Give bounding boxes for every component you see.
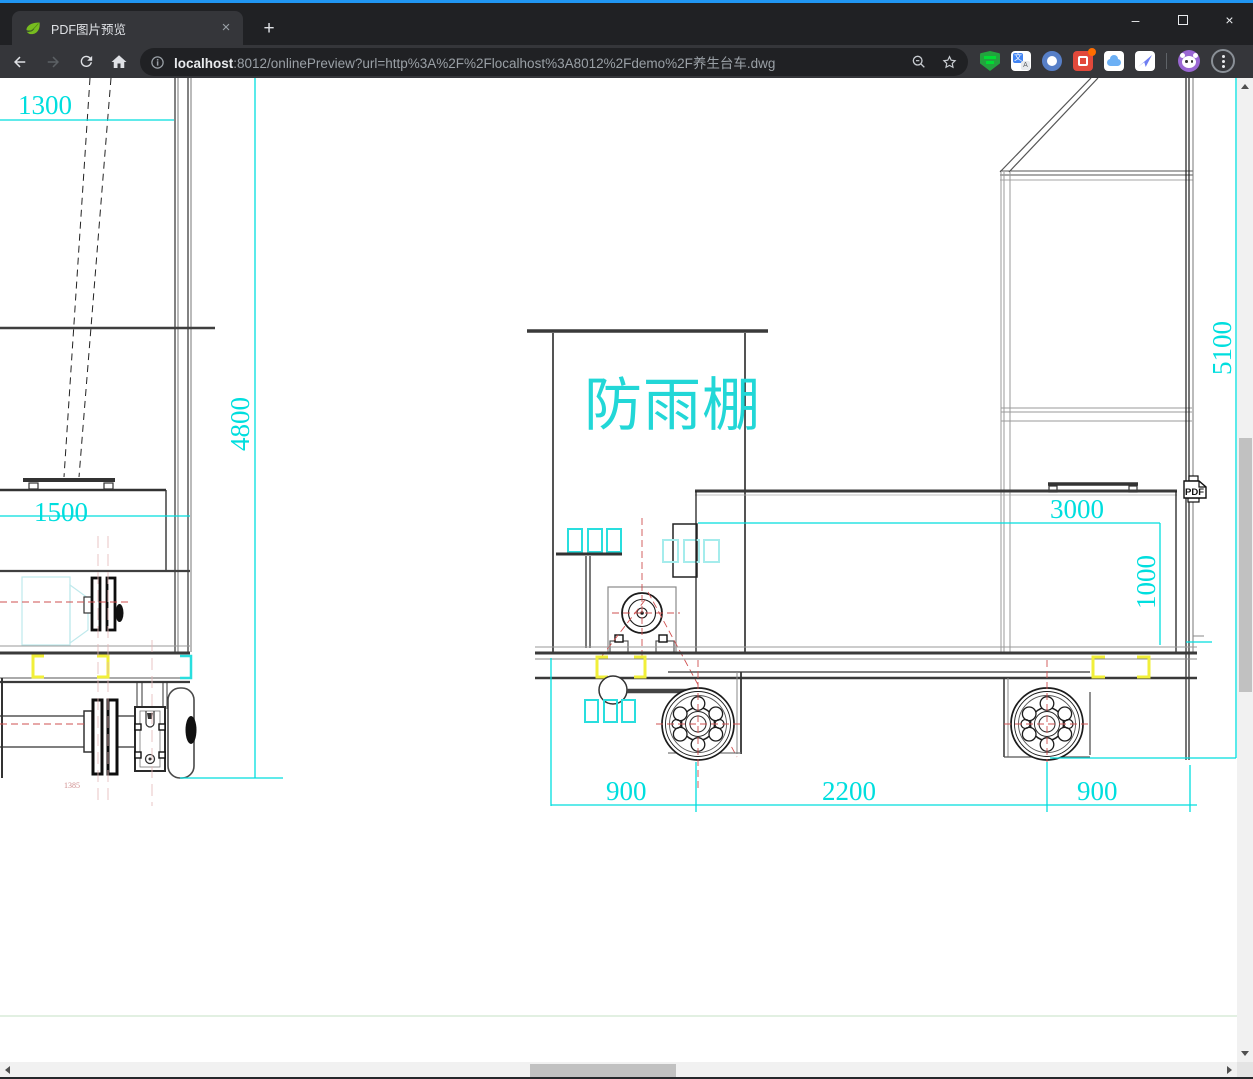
url-path: :8012/onlinePreview?url=http%3A%2F%2Floc… (233, 56, 776, 71)
forward-button[interactable] (40, 49, 66, 75)
dim-1000: 1000 (1131, 555, 1161, 609)
url-host: localhost (174, 56, 234, 71)
front-view-dimensions: 3000 1000 5100 900 2200 900 (550, 78, 1237, 812)
yellow-clamp (31, 654, 44, 679)
site-info-icon[interactable] (150, 55, 165, 70)
cyan-clamp (180, 654, 193, 680)
bookmark-star-icon[interactable] (941, 54, 958, 71)
reload-icon (80, 55, 92, 68)
yellow-clamp (1091, 655, 1105, 679)
maximize-button[interactable] (1159, 3, 1206, 37)
yellow-clamp (1137, 655, 1151, 679)
tampermonkey-icon[interactable] (980, 51, 1000, 71)
tab-close-button[interactable]: × (217, 19, 235, 37)
browser-tab[interactable]: PDF图片预览 × (12, 11, 243, 45)
tab-strip: PDF图片预览 × + – × (0, 3, 1253, 45)
svg-text:PDF: PDF (1185, 487, 1204, 498)
dim-900-rear: 900 (1077, 776, 1118, 806)
zoom-page-icon[interactable] (911, 54, 927, 70)
back-icon (14, 56, 26, 67)
browser-toolbar: localhost:8012/onlinePreview?url=http%3A… (0, 45, 1253, 78)
avatar-eye (1185, 60, 1188, 63)
chassis-rails-wheels (535, 646, 1197, 792)
dim-1500: 1500 (34, 497, 88, 527)
spring-leaf-favicon (26, 21, 40, 34)
bird-icon[interactable] (1135, 51, 1155, 71)
new-tab-button[interactable]: + (256, 17, 282, 43)
dim-1385: 1385 (64, 781, 80, 790)
cloud-icon[interactable] (1104, 51, 1124, 71)
yellow-clamp (634, 655, 647, 679)
rain-shelter-label: 防雨棚 (584, 371, 761, 439)
dim-900-front: 900 (606, 776, 647, 806)
home-icon (111, 54, 127, 68)
url-text: localhost:8012/onlinePreview?url=http%3A… (174, 52, 911, 72)
scroll-down-button[interactable] (1241, 1051, 1249, 1056)
close-window-button[interactable]: × (1206, 3, 1253, 37)
pdf-download-icon[interactable]: PDF (1183, 475, 1207, 503)
red-badge-icon[interactable] (1073, 48, 1096, 71)
scroll-up-button[interactable] (1241, 84, 1249, 89)
dim-5100: 5100 (1207, 321, 1237, 375)
toolbar-separator (1166, 53, 1167, 69)
blue-ring-icon[interactable] (1042, 51, 1062, 71)
back-button[interactable] (7, 49, 33, 75)
page-content: 1300 4800 1500 1385 防雨棚 3000 1000 5100 9… (0, 78, 1253, 1079)
cad-drawing: 1300 4800 1500 1385 防雨棚 3000 1000 5100 9… (0, 78, 1237, 1017)
window-accent-strip (0, 0, 1253, 3)
scroll-left-button[interactable] (5, 1066, 10, 1074)
yellow-clamp (595, 655, 608, 679)
reload-button[interactable] (73, 49, 99, 75)
address-bar[interactable]: localhost:8012/onlinePreview?url=http%3A… (140, 48, 968, 76)
tab-title: PDF图片预览 (51, 22, 127, 37)
minimize-button[interactable]: – (1112, 3, 1159, 37)
translate-icon[interactable]: 文 A (1011, 51, 1031, 71)
browser-menu-button[interactable] (1211, 49, 1235, 73)
avatar-eye (1190, 60, 1193, 63)
profile-avatar[interactable] (1178, 50, 1200, 72)
vertical-scrollbar-thumb[interactable] (1238, 438, 1252, 692)
dim-2200: 2200 (822, 776, 876, 806)
tank-box-and-frame (695, 78, 1194, 760)
left-side-view (0, 78, 215, 806)
forward-icon (47, 56, 59, 67)
scroll-right-button[interactable] (1227, 1066, 1232, 1074)
dim-1300: 1300 (18, 90, 72, 120)
maximize-icon (1177, 15, 1188, 25)
home-button[interactable] (106, 49, 132, 75)
dim-3000: 3000 (1050, 494, 1104, 524)
horizontal-scrollbar-thumb[interactable] (530, 1063, 676, 1077)
scrollbar-corner (1237, 1062, 1253, 1078)
dim-4800: 4800 (225, 397, 255, 451)
yellow-clamp (97, 654, 110, 679)
